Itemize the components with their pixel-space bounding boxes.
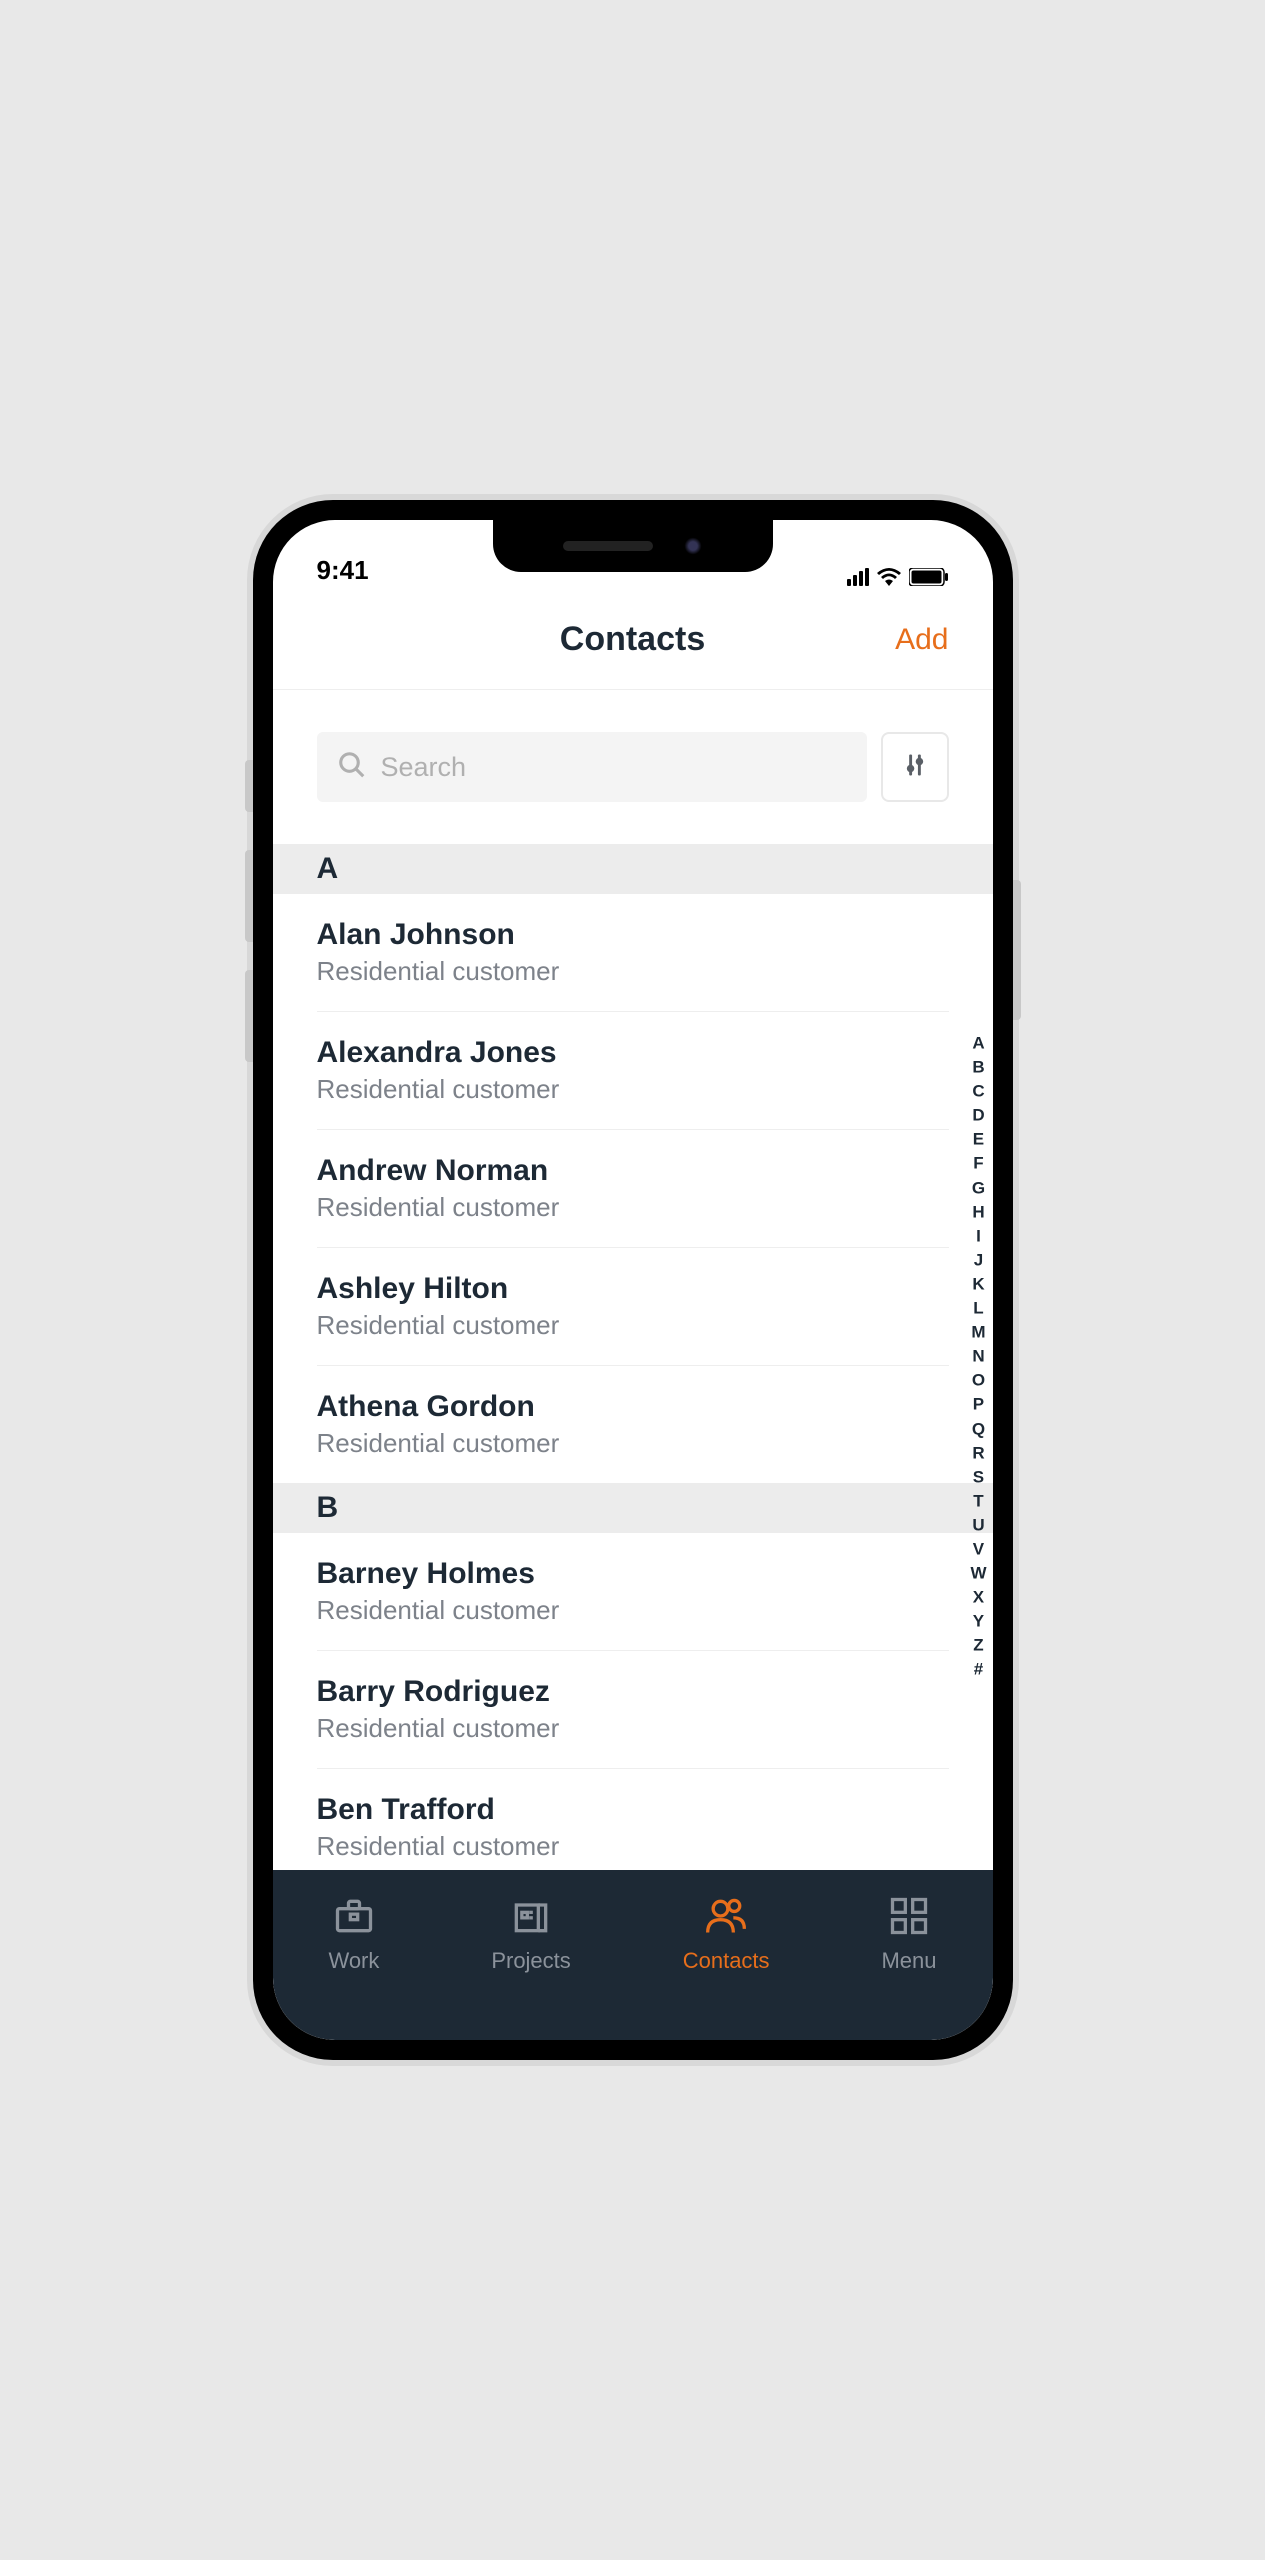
alpha-index-letter[interactable]: S — [970, 1466, 986, 1488]
alpha-index-letter[interactable]: Y — [970, 1611, 986, 1633]
alpha-index-letter[interactable]: X — [970, 1587, 986, 1609]
alpha-index-letter[interactable]: W — [970, 1563, 986, 1585]
alpha-index-letter[interactable]: F — [970, 1153, 986, 1175]
signal-icon — [847, 568, 869, 586]
phone-frame: 9:41 Contacts Add — [253, 500, 1013, 2060]
alpha-index-letter[interactable]: T — [970, 1491, 986, 1513]
contact-list[interactable]: AAlan JohnsonResidential customerAlexand… — [273, 844, 993, 1870]
contact-name: Barry Rodriguez — [317, 1675, 949, 1709]
alpha-index-letter[interactable]: R — [970, 1442, 986, 1464]
wifi-icon — [877, 568, 901, 586]
tab-menu[interactable]: Menu — [881, 1894, 936, 1974]
alpha-index-letter[interactable]: J — [970, 1250, 986, 1272]
alpha-index-letter[interactable]: G — [970, 1177, 986, 1199]
alpha-index-letter[interactable]: Z — [970, 1635, 986, 1657]
nav-header: Contacts Add — [273, 590, 993, 690]
contact-item[interactable]: Andrew Norman Residential customer — [317, 1130, 949, 1248]
search-icon — [337, 750, 367, 785]
alpha-index-letter[interactable]: V — [970, 1539, 986, 1561]
contact-name: Athena Gordon — [317, 1390, 949, 1424]
tab-projects[interactable]: Projects — [491, 1894, 570, 1974]
alpha-index-letter[interactable]: # — [970, 1659, 986, 1681]
alpha-index-letter[interactable]: A — [970, 1033, 986, 1055]
contact-type: Residential customer — [317, 1192, 949, 1223]
tab-contacts[interactable]: Contacts — [683, 1894, 770, 1974]
search-placeholder: Search — [381, 752, 467, 783]
status-time: 9:41 — [317, 555, 369, 586]
status-icons — [847, 568, 949, 586]
contact-type: Residential customer — [317, 1310, 949, 1341]
contact-name: Ben Trafford — [317, 1793, 949, 1827]
alpha-index-letter[interactable]: E — [970, 1129, 986, 1151]
alpha-index-letter[interactable]: N — [970, 1346, 986, 1368]
contact-name: Andrew Norman — [317, 1154, 949, 1188]
contact-name: Ashley Hilton — [317, 1272, 949, 1306]
phone-mute-switch — [245, 760, 253, 812]
contact-item[interactable]: Alan Johnson Residential customer — [317, 894, 949, 1012]
filter-button[interactable] — [881, 732, 949, 802]
projects-icon — [509, 1894, 553, 1938]
contacts-icon — [704, 1894, 748, 1938]
tab-label: Contacts — [683, 1948, 770, 1974]
alpha-index-letter[interactable]: H — [970, 1201, 986, 1223]
contact-name: Alexandra Jones — [317, 1036, 949, 1070]
alpha-index-letter[interactable]: C — [970, 1081, 986, 1103]
contacts-container: ABCDEFGHIJKLMNOPQRSTUVWXYZ# AAlan Johnso… — [273, 844, 993, 1870]
alpha-index-letter[interactable]: B — [970, 1057, 986, 1079]
tab-label: Menu — [881, 1948, 936, 1974]
contact-name: Alan Johnson — [317, 918, 949, 952]
phone-volume-up — [245, 850, 253, 942]
menu-icon — [887, 1894, 931, 1938]
phone-notch — [493, 520, 773, 572]
phone-power-button — [1013, 880, 1021, 1020]
work-icon — [332, 1894, 376, 1938]
contact-type: Residential customer — [317, 956, 949, 987]
contact-item[interactable]: Barry Rodriguez Residential customer — [317, 1651, 949, 1769]
contact-type: Residential customer — [317, 1831, 949, 1862]
contact-type: Residential customer — [317, 1074, 949, 1105]
search-row: Search — [273, 690, 993, 844]
phone-screen: 9:41 Contacts Add — [273, 520, 993, 2040]
alpha-index-letter[interactable]: U — [970, 1515, 986, 1537]
tab-label: Projects — [491, 1948, 570, 1974]
alpha-index-letter[interactable]: Q — [970, 1418, 986, 1440]
alpha-index-letter[interactable]: L — [970, 1298, 986, 1320]
battery-icon — [909, 568, 949, 586]
contact-type: Residential customer — [317, 1428, 949, 1459]
page-title: Contacts — [560, 620, 705, 659]
alpha-index-letter[interactable]: I — [970, 1225, 986, 1247]
alpha-index[interactable]: ABCDEFGHIJKLMNOPQRSTUVWXYZ# — [970, 1033, 986, 1682]
contact-item[interactable]: Ashley Hilton Residential customer — [317, 1248, 949, 1366]
alpha-index-letter[interactable]: M — [970, 1322, 986, 1344]
contact-type: Residential customer — [317, 1713, 949, 1744]
alpha-index-letter[interactable]: O — [970, 1370, 986, 1392]
tab-work[interactable]: Work — [328, 1894, 379, 1974]
section-header: B — [273, 1483, 993, 1533]
add-button[interactable]: Add — [895, 623, 948, 657]
tab-label: Work — [328, 1948, 379, 1974]
alpha-index-letter[interactable]: P — [970, 1394, 986, 1416]
contact-item[interactable]: Ben Trafford Residential customer — [317, 1769, 949, 1870]
alpha-index-letter[interactable]: K — [970, 1274, 986, 1296]
contact-type: Residential customer — [317, 1595, 949, 1626]
alpha-index-letter[interactable]: D — [970, 1105, 986, 1127]
section-header: A — [273, 844, 993, 894]
tab-bar: Work Projects Contacts Menu — [273, 1870, 993, 2040]
contact-item[interactable]: Alexandra Jones Residential customer — [317, 1012, 949, 1130]
sliders-icon — [901, 751, 929, 784]
contact-item[interactable]: Barney Holmes Residential customer — [317, 1533, 949, 1651]
search-input[interactable]: Search — [317, 732, 867, 802]
phone-volume-down — [245, 970, 253, 1062]
contact-item[interactable]: Athena Gordon Residential customer — [317, 1366, 949, 1483]
contact-name: Barney Holmes — [317, 1557, 949, 1591]
